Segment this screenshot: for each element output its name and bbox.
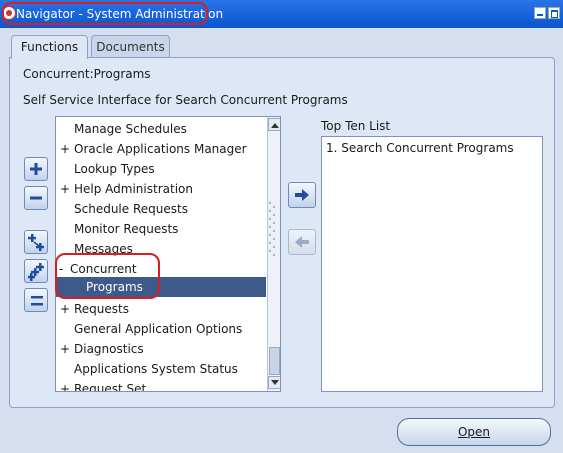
top-ten-list[interactable]: 1. Search Concurrent Programs <box>321 136 543 392</box>
tree-item-schedule-requests[interactable]: Schedule Requests <box>56 199 266 219</box>
tree-item-label: Request Set <box>74 382 147 392</box>
tree-item-label: Help Administration <box>74 182 193 196</box>
tree-item-help-administration[interactable]: + Help Administration <box>56 179 266 199</box>
open-button-label: Open <box>457 425 491 439</box>
collapse-button[interactable] <box>24 186 48 210</box>
list-item[interactable]: 1. Search Concurrent Programs <box>326 141 514 155</box>
tree-item-label: Applications System Status <box>74 362 238 376</box>
tree-item-label: General Application Options <box>74 322 243 336</box>
tree-item-label: Lookup Types <box>74 162 155 176</box>
tab-documents[interactable]: Documents <box>91 35 170 57</box>
expand-all-button[interactable] <box>24 259 48 283</box>
tree-item-lookup-types[interactable]: Lookup Types <box>56 159 266 179</box>
tree-expander[interactable]: + <box>59 339 71 359</box>
arrow-right-icon <box>295 189 309 201</box>
tree-item-diagnostics[interactable]: + Diagnostics <box>56 339 266 359</box>
tree-item-monitor-requests[interactable]: Monitor Requests <box>56 219 266 239</box>
collapse-icon <box>30 196 42 200</box>
expand-all-icon <box>28 263 44 281</box>
expand-branch-icon <box>28 234 44 251</box>
scroll-thumb[interactable] <box>269 347 280 375</box>
tree-expander[interactable]: + <box>59 179 71 199</box>
collapse-all-button[interactable] <box>24 288 48 312</box>
chevron-up-icon <box>271 123 279 128</box>
arrow-left-icon <box>295 236 309 248</box>
tree-item-requests[interactable]: + Requests <box>56 299 266 319</box>
tree-item-label: Manage Schedules <box>74 122 187 136</box>
add-to-top-ten-button[interactable] <box>288 182 316 208</box>
tree-expander[interactable]: + <box>59 299 71 319</box>
tree-expander[interactable]: + <box>59 139 71 159</box>
tree-item-label: Diagnostics <box>74 342 144 356</box>
remove-from-top-ten-button[interactable] <box>288 229 316 255</box>
tree-expander[interactable]: + <box>59 379 71 391</box>
function-path: Concurrent:Programs <box>23 67 151 81</box>
minimize-icon[interactable] <box>534 7 546 19</box>
top-ten-title: Top Ten List <box>321 119 391 133</box>
open-button[interactable]: Open <box>397 418 551 446</box>
tree-item-label: Schedule Requests <box>74 202 188 216</box>
tree-item-label: Oracle Applications Manager <box>74 142 247 156</box>
scroll-down-button[interactable] <box>268 376 280 389</box>
expand-branch-button[interactable] <box>24 230 48 254</box>
maximize-icon[interactable] <box>548 7 560 19</box>
tree-item-oracle-applications-manager[interactable]: + Oracle Applications Manager <box>56 139 266 159</box>
chevron-down-icon <box>271 380 279 385</box>
tree-item-applications-system-status[interactable]: Applications System Status <box>56 359 266 379</box>
tree-item-manage-schedules[interactable]: Manage Schedules <box>56 119 266 139</box>
scroll-up-button[interactable] <box>268 118 280 131</box>
title-highlight-circle <box>2 2 208 25</box>
expand-button[interactable] <box>24 157 48 181</box>
expand-icon <box>30 163 42 175</box>
tab-functions[interactable]: Functions <box>11 35 88 59</box>
tree-item-label: Requests <box>74 302 129 316</box>
function-description: Self Service Interface for Search Concur… <box>23 93 348 107</box>
tree-item-request-set[interactable]: + Request Set <box>56 379 266 392</box>
concurrent-highlight-circle <box>55 253 160 299</box>
title-bar: Navigator - System Administration <box>0 0 563 28</box>
collapse-all-icon <box>31 296 43 306</box>
splitter-grip[interactable] <box>268 200 278 264</box>
tree-item-general-application-options[interactable]: General Application Options <box>56 319 266 339</box>
tree-item-label: Monitor Requests <box>74 222 179 236</box>
